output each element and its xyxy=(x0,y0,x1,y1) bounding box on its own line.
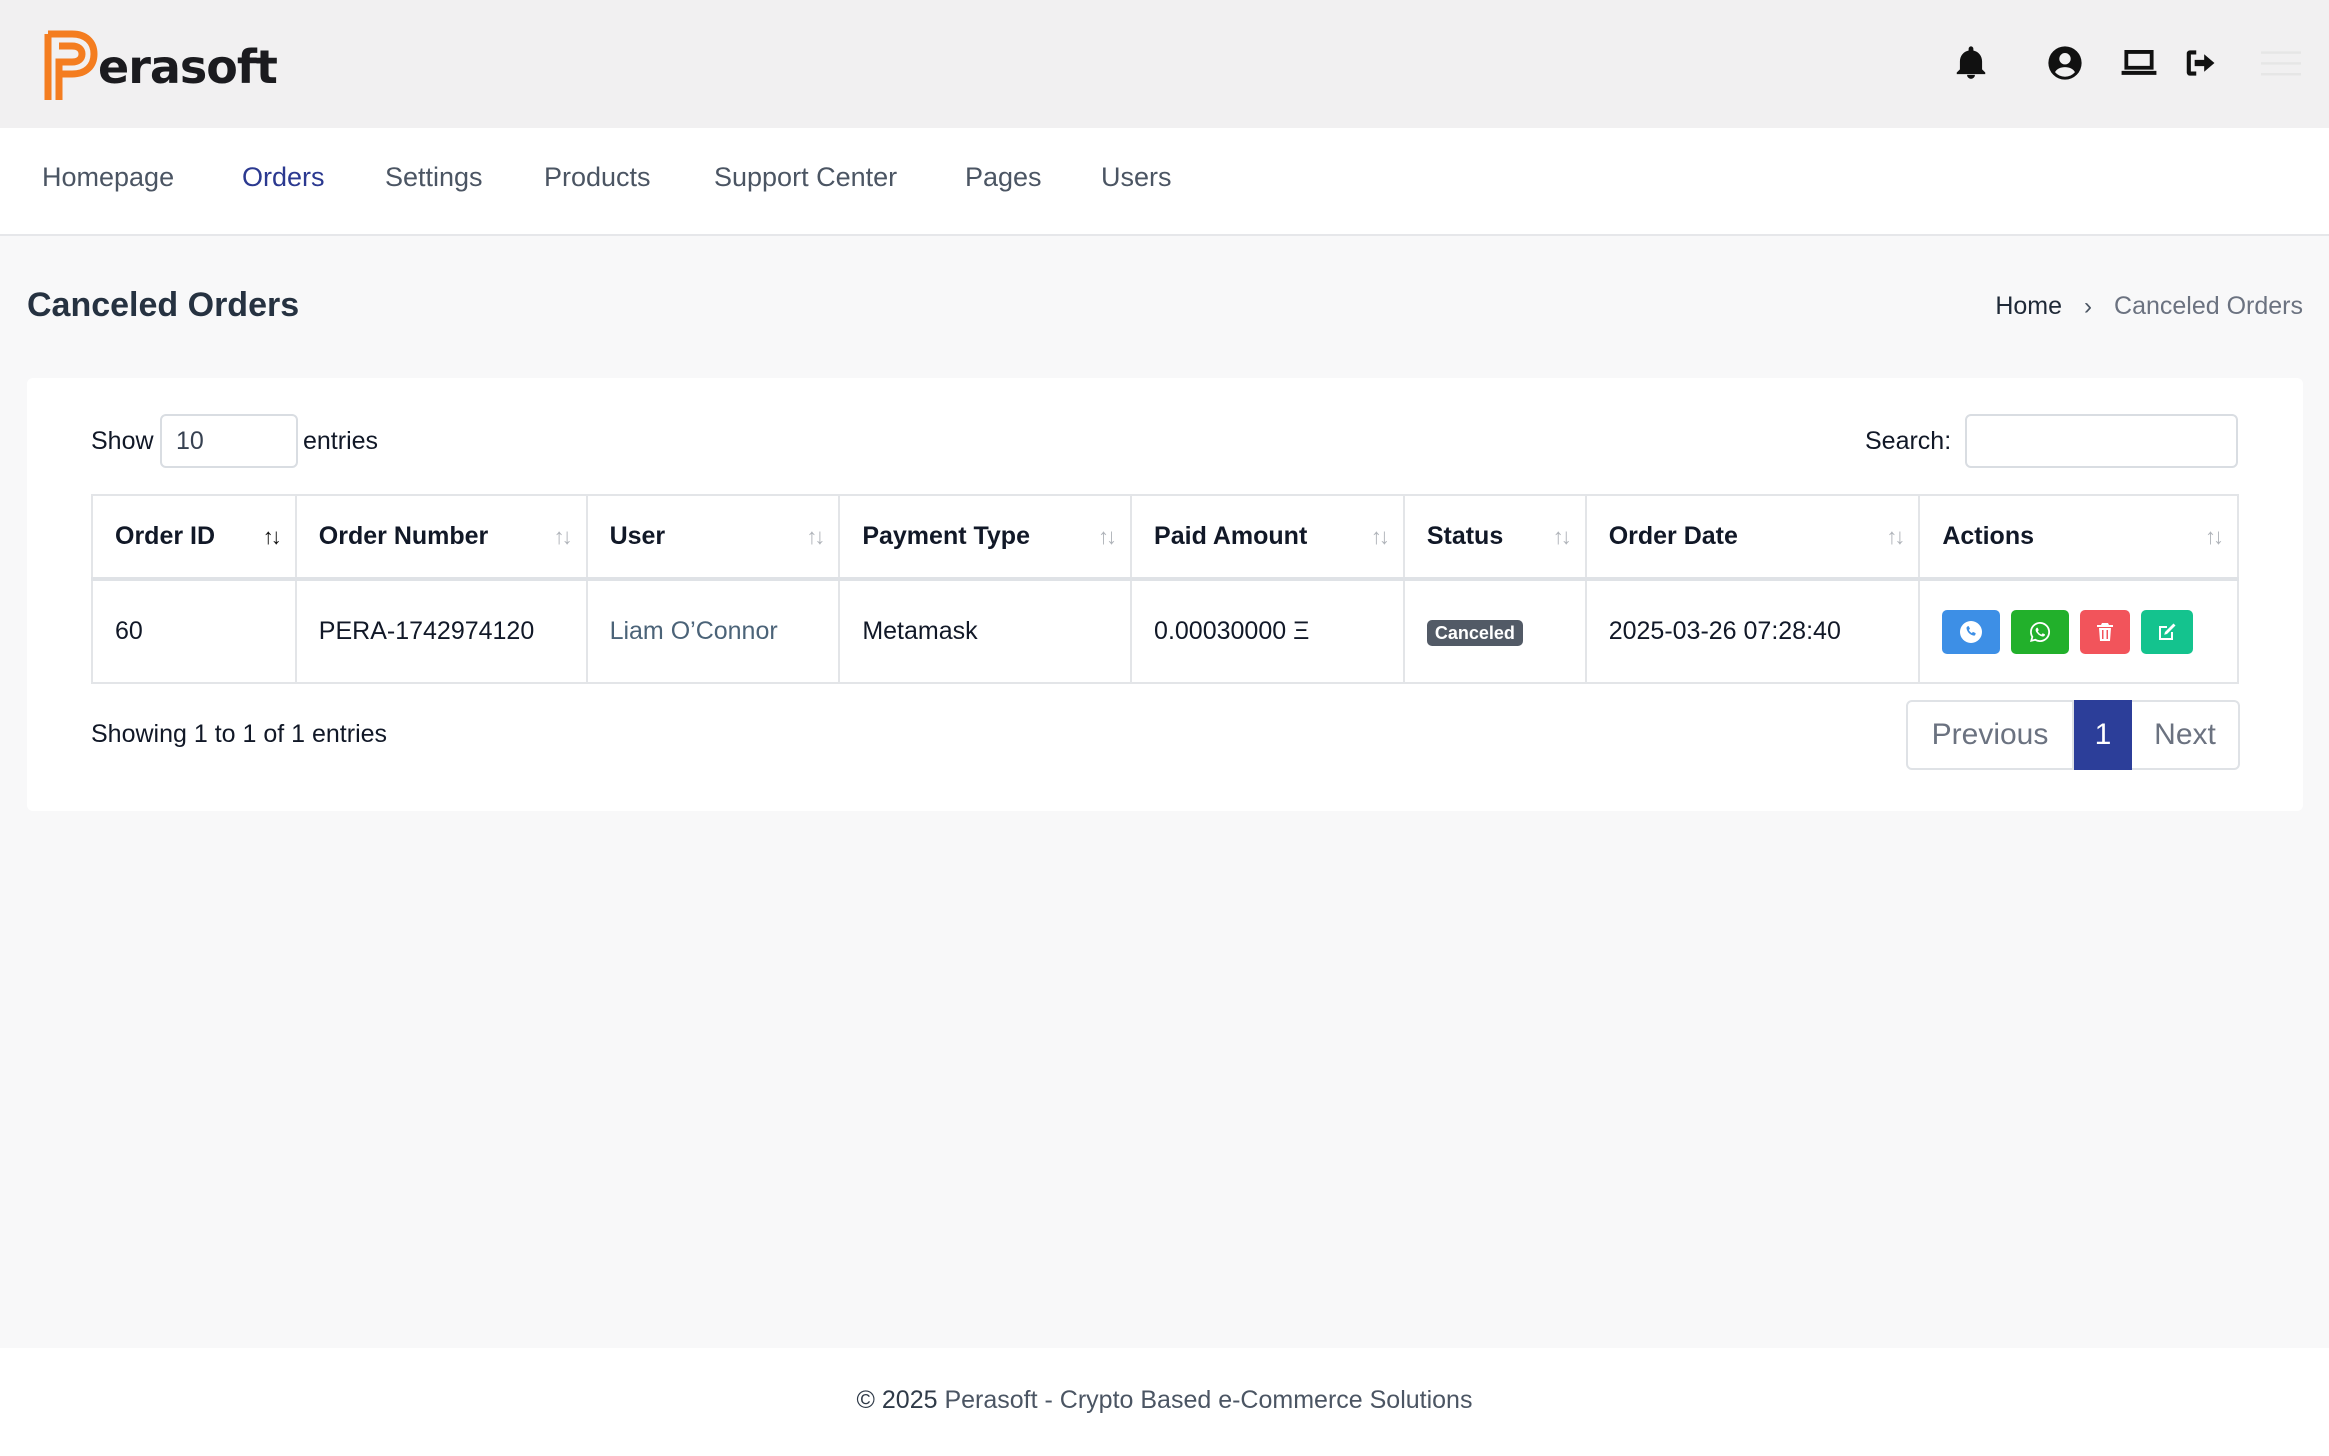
search-input[interactable] xyxy=(1965,414,2238,468)
column-header-order-id[interactable]: Order ID ↑↓ xyxy=(91,494,297,581)
nav-item-users[interactable]: Users xyxy=(1101,162,1172,193)
pagination: Previous 1 Next xyxy=(1906,700,2240,770)
sort-icon: ↑↓ xyxy=(262,524,282,549)
logo-text: erasoft xyxy=(98,40,278,94)
cell-status: Canceled xyxy=(1402,578,1587,684)
footer: © 2025 Perasoft - Crypto Based e-Commerc… xyxy=(0,1348,2329,1456)
cell-paid-amount: 0.00030000 Ξ xyxy=(1130,578,1405,684)
sort-icon: ↑↓ xyxy=(1886,524,1905,549)
bell-icon[interactable] xyxy=(1950,42,1992,84)
menu-icon[interactable] xyxy=(2256,42,2306,84)
status-badge: Canceled xyxy=(1426,620,1523,646)
chevron-right-icon: › xyxy=(2084,292,2093,320)
pagination-page-1[interactable]: 1 xyxy=(2074,700,2132,770)
column-header-actions[interactable]: Actions ↑↓ xyxy=(1918,494,2239,581)
user-circle-icon[interactable] xyxy=(2044,42,2086,84)
footer-text: © 2025 Perasoft - Crypto Based e-Commerc… xyxy=(0,1386,2329,1415)
cell-order-id: 60 xyxy=(91,578,297,684)
whatsapp-button[interactable] xyxy=(2011,609,2070,654)
sort-icon: ↑↓ xyxy=(553,524,573,549)
column-header-status[interactable]: Status ↑↓ xyxy=(1402,494,1587,581)
table-row: 60 PERA-1742974120 Liam O’Connor Metamas… xyxy=(91,578,2239,684)
call-button[interactable] xyxy=(1942,609,2001,654)
search-label: Search: xyxy=(1865,427,1952,455)
sort-icon: ↑↓ xyxy=(806,524,825,549)
table-info: Showing 1 to 1 of 1 entries xyxy=(91,720,388,748)
cell-actions xyxy=(1918,578,2239,684)
footer-copyright: © 2025 xyxy=(856,1386,938,1414)
sign-out-icon[interactable] xyxy=(2180,42,2222,84)
column-header-user[interactable]: User ↑↓ xyxy=(585,494,841,581)
column-header-paid-amount[interactable]: Paid Amount ↑↓ xyxy=(1130,494,1405,581)
sort-icon: ↑↓ xyxy=(1370,524,1390,549)
phone-icon xyxy=(1960,620,1983,643)
table-header-row: Order ID ↑↓ Order Number ↑↓ User ↑↓ Payment… xyxy=(91,494,2239,581)
delete-button[interactable] xyxy=(2080,609,2131,654)
breadcrumb-home-link[interactable]: Home xyxy=(1995,292,2062,321)
edit-icon xyxy=(2159,623,2176,640)
logo-mark-icon xyxy=(44,30,98,100)
show-label: Show xyxy=(91,427,154,455)
nav-item-homepage[interactable]: Homepage xyxy=(42,162,174,193)
entries-label: entries xyxy=(303,427,379,455)
cell-order-number: PERA-1742974120 xyxy=(294,578,588,684)
pagination-previous-button[interactable]: Previous xyxy=(1906,700,2074,770)
page-title: Canceled Orders xyxy=(27,286,300,324)
entries-select[interactable]: 10 xyxy=(160,414,298,468)
breadcrumb-current: Canceled Orders xyxy=(2114,292,2303,320)
column-header-order-number[interactable]: Order Number ↑↓ xyxy=(294,494,588,581)
trash-icon xyxy=(2097,622,2114,641)
pagination-next-button[interactable]: Next xyxy=(2132,700,2240,770)
nav-item-products[interactable]: Products xyxy=(544,162,651,193)
sort-icon: ↑↓ xyxy=(1552,524,1572,549)
nav-item-pages[interactable]: Pages xyxy=(965,162,1042,193)
cell-user: Liam O’Connor xyxy=(585,578,841,684)
orders-table: Order ID ↑↓ Order Number ↑↓ User ↑↓ Payment… xyxy=(91,494,2239,684)
whatsapp-icon xyxy=(2030,621,2051,642)
column-header-order-date[interactable]: Order Date ↑↓ xyxy=(1584,494,1921,581)
sort-icon: ↑↓ xyxy=(1098,524,1117,549)
top-header: erasoft xyxy=(0,0,2329,128)
nav-item-orders[interactable]: Orders xyxy=(242,162,325,193)
column-header-payment-type[interactable]: Payment Type ↑↓ xyxy=(838,494,1133,581)
nav-item-settings[interactable]: Settings xyxy=(385,162,483,193)
logo[interactable]: erasoft xyxy=(42,30,278,102)
footer-company: Perasoft - Crypto Based e-Commerce Solut… xyxy=(944,1386,1473,1414)
nav-item-support-center[interactable]: Support Center xyxy=(714,162,897,193)
cell-payment-type: Metamask xyxy=(838,578,1133,684)
breadcrumb: Home › Canceled Orders xyxy=(1995,292,2303,321)
laptop-icon[interactable] xyxy=(2118,42,2160,84)
cell-order-date: 2025-03-26 07:28:40 xyxy=(1584,578,1921,684)
main-nav: Homepage Orders Settings Products Suppor… xyxy=(0,128,2329,236)
sort-icon: ↑↓ xyxy=(2205,524,2224,549)
edit-button[interactable] xyxy=(2141,609,2194,654)
user-link[interactable]: Liam O’Connor xyxy=(610,617,778,645)
